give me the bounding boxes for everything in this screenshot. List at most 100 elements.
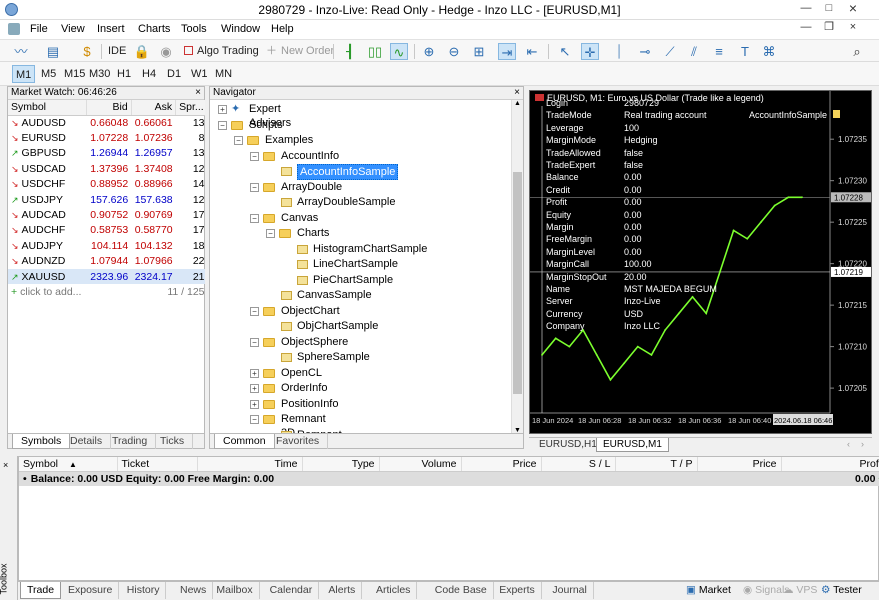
auto-scroll-icon[interactable]: ⇥ bbox=[498, 43, 516, 60]
symbol-cell[interactable]: ↘ EURUSD bbox=[8, 130, 87, 145]
chart-tab-left-icon[interactable]: ‹ bbox=[847, 439, 850, 449]
navigator-scrollbar[interactable]: ▲ ▼ bbox=[511, 100, 523, 434]
expander-minus-icon[interactable]: − bbox=[250, 213, 259, 223]
menu-window[interactable]: Window bbox=[221, 23, 260, 35]
new-order-button[interactable]: ＋ New Order bbox=[266, 43, 334, 60]
symbol-cell[interactable]: ↘ USDCHF bbox=[8, 177, 87, 192]
expander-minus-icon[interactable]: − bbox=[250, 337, 259, 347]
symbol-cell[interactable]: ↗ GBPUSD bbox=[8, 146, 87, 161]
table-row[interactable]: ↘ USDCAD 1.37396 1.37408 12 bbox=[8, 161, 205, 176]
table-row[interactable]: ↘ AUDJPY 104.114 104.132 18 bbox=[8, 238, 205, 253]
search-icon[interactable]: ⌕ bbox=[848, 43, 866, 60]
terminal-tab-code-base[interactable]: Code Base bbox=[429, 582, 494, 599]
terminal-tab-exposure[interactable]: Exposure bbox=[62, 582, 120, 599]
child-minimize-button[interactable]: — bbox=[799, 21, 813, 35]
tester-link[interactable]: ⚙ Tester bbox=[821, 584, 862, 596]
tab-eurusd-h1[interactable]: EURUSD,H1 bbox=[533, 438, 604, 452]
table-row[interactable]: ↘ USDCHF 0.88952 0.88966 14 bbox=[8, 177, 205, 192]
col-ticket[interactable]: Ticket bbox=[117, 457, 198, 472]
shapes-icon[interactable]: ⌘ bbox=[760, 43, 778, 60]
text-tool-icon[interactable]: T bbox=[736, 43, 754, 60]
menu-tools[interactable]: Tools bbox=[181, 23, 207, 35]
expander-plus-icon[interactable]: + bbox=[250, 399, 259, 409]
terminal-tab-news[interactable]: News bbox=[174, 582, 214, 599]
tab-ticks[interactable]: Ticks bbox=[152, 434, 194, 449]
tf-m5[interactable]: M5 bbox=[38, 65, 59, 83]
table-row[interactable]: ↘ EURUSD 1.07228 1.07236 8 bbox=[8, 130, 205, 145]
vps-link[interactable]: ☁ VPS bbox=[783, 584, 817, 596]
col-profit[interactable]: Profit bbox=[781, 457, 879, 472]
symbol-cell[interactable]: ↘ AUDJPY bbox=[8, 238, 87, 253]
col-trade-symbol[interactable]: Symbol ▲ bbox=[19, 457, 118, 472]
col-volume[interactable]: Volume bbox=[379, 457, 462, 472]
symbol-cell[interactable]: ↘ AUDCHF bbox=[8, 223, 87, 238]
click-to-add[interactable]: + click to add... bbox=[8, 284, 131, 299]
tf-h1[interactable]: H1 bbox=[114, 65, 134, 83]
child-close-button[interactable]: × bbox=[846, 21, 860, 35]
trendline-icon[interactable]: ⟋ bbox=[661, 43, 679, 60]
menu-insert[interactable]: Insert bbox=[97, 23, 125, 35]
col-type[interactable]: Type bbox=[302, 457, 380, 472]
col-time[interactable]: Time bbox=[197, 457, 303, 472]
table-row[interactable]: ↘ AUDNZD 1.07944 1.07966 22 bbox=[8, 254, 205, 269]
algo-trading-button[interactable]: Algo Trading bbox=[184, 43, 259, 60]
tf-w1[interactable]: W1 bbox=[188, 65, 211, 83]
chart-shift-icon[interactable]: ⇤ bbox=[523, 43, 541, 60]
tab-common[interactable]: Common bbox=[214, 434, 275, 449]
expander-minus-icon[interactable]: − bbox=[250, 306, 259, 316]
tile-windows-icon[interactable]: ⊞ bbox=[470, 43, 488, 60]
col-sl[interactable]: S / L bbox=[541, 457, 616, 472]
tf-m1[interactable]: M1 bbox=[12, 65, 36, 83]
terminal-tab-trade[interactable]: Trade bbox=[20, 582, 62, 599]
minimize-button[interactable]: — bbox=[799, 2, 813, 16]
menu-charts[interactable]: Charts bbox=[138, 23, 170, 35]
terminal-tab-journal[interactable]: Journal bbox=[546, 582, 594, 599]
expander-minus-icon[interactable]: − bbox=[250, 151, 259, 161]
fibonacci-icon[interactable]: ≡ bbox=[710, 43, 728, 60]
symbol-cell[interactable]: ↗ USDJPY bbox=[8, 192, 87, 207]
signal-icon[interactable]: ◉ bbox=[157, 43, 175, 60]
vertical-line-icon[interactable]: ⏐ bbox=[610, 43, 628, 60]
crosshair-icon[interactable]: ✛ bbox=[581, 43, 599, 60]
expander-plus-icon[interactable]: + bbox=[250, 384, 259, 393]
expander-plus-icon[interactable]: + bbox=[250, 368, 259, 378]
maximize-button[interactable]: □ bbox=[822, 2, 836, 16]
col-ask[interactable]: Ask bbox=[131, 100, 177, 116]
symbol-cell[interactable]: ↘ AUDNZD bbox=[8, 254, 87, 269]
chart-window[interactable]: 1.07235 1.07230 1.07225 1.07220 1.07215 1.072… bbox=[529, 90, 872, 434]
terminal-tab-alerts[interactable]: Alerts bbox=[322, 582, 363, 599]
terminal-tab-articles[interactable]: Articles bbox=[370, 582, 418, 599]
symbol-cell[interactable]: ↗ XAUUSD bbox=[8, 269, 87, 284]
col-bid[interactable]: Bid bbox=[86, 100, 132, 116]
market-link[interactable]: ▣ Market bbox=[686, 584, 731, 596]
new-chart-icon[interactable]: 〰 bbox=[12, 43, 30, 60]
ide-button[interactable]: IDE bbox=[108, 43, 126, 60]
symbol-cell[interactable]: ↘ AUDUSD bbox=[8, 115, 87, 130]
expander-minus-icon[interactable]: − bbox=[250, 415, 259, 424]
menu-view[interactable]: View bbox=[61, 23, 85, 35]
market-icon[interactable]: $ bbox=[78, 43, 96, 60]
zoom-in-icon[interactable]: ⊕ bbox=[420, 43, 438, 60]
expander-minus-icon[interactable]: − bbox=[234, 136, 243, 145]
col-spread[interactable]: Spr... bbox=[175, 100, 205, 116]
table-row[interactable]: ↗ XAUUSD 2323.96 2324.17 21 bbox=[8, 268, 205, 285]
symbol-cell[interactable]: ↘ AUDCAD bbox=[8, 207, 87, 222]
horizontal-line-icon[interactable]: ⊸ bbox=[636, 43, 654, 60]
terminal-tab-experts[interactable]: Experts bbox=[493, 582, 542, 599]
bar-chart-icon[interactable]: ┨ bbox=[341, 43, 359, 60]
menu-file[interactable]: File bbox=[30, 23, 48, 35]
navigator-close-icon[interactable]: × bbox=[514, 87, 520, 99]
col-current-price[interactable]: Price bbox=[697, 457, 782, 472]
tab-eurusd-m1[interactable]: EURUSD,M1 bbox=[596, 438, 669, 452]
tf-m15[interactable]: M15 bbox=[61, 65, 88, 83]
navigator-scroll-thumb[interactable] bbox=[513, 172, 522, 394]
terminal-tab-mailbox[interactable]: Mailbox bbox=[210, 582, 260, 599]
terminal-tab-history[interactable]: History bbox=[121, 582, 167, 599]
tab-favorites[interactable]: Favorites bbox=[268, 434, 329, 449]
table-row[interactable]: ↗ USDJPY 157.626 157.638 12 bbox=[8, 192, 205, 207]
line-chart-icon[interactable]: ∿ bbox=[390, 43, 408, 60]
col-price[interactable]: Price bbox=[461, 457, 542, 472]
col-tp[interactable]: T / P bbox=[615, 457, 698, 472]
zoom-out-icon[interactable]: ⊖ bbox=[445, 43, 463, 60]
expander-minus-icon[interactable]: − bbox=[218, 120, 227, 130]
